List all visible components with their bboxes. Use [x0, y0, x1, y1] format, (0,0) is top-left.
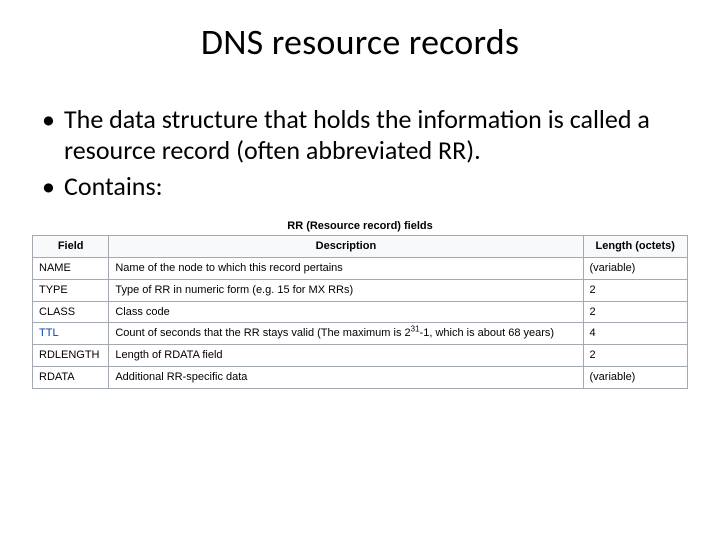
bullet-list: The data structure that holds the inform…: [30, 104, 690, 202]
field-link[interactable]: TTL: [39, 327, 59, 339]
table-row: TYPEType of RR in numeric form (e.g. 15 …: [33, 279, 688, 301]
cell-field: NAME: [33, 257, 109, 279]
cell-field: TYPE: [33, 279, 109, 301]
table-body: NAMEName of the node to which this recor…: [33, 257, 688, 388]
table-row: CLASSClass code2: [33, 301, 688, 323]
cell-description: Class code: [109, 301, 583, 323]
header-field: Field: [33, 236, 109, 258]
rr-table-container: RR (Resource record) fields Field Descri…: [32, 220, 688, 389]
cell-length: 2: [583, 279, 688, 301]
table-row: NAMEName of the node to which this recor…: [33, 257, 688, 279]
cell-field: RDATA: [33, 367, 109, 389]
cell-length: (variable): [583, 367, 688, 389]
cell-description: Type of RR in numeric form (e.g. 15 for …: [109, 279, 583, 301]
table-row: TTL Count of seconds that the RR stays va…: [33, 323, 688, 345]
bullet-item: The data structure that holds the inform…: [40, 104, 684, 165]
cell-field: RDLENGTH: [33, 345, 109, 367]
header-length: Length (octets): [583, 236, 688, 258]
header-description: Description: [109, 236, 583, 258]
cell-length: 2: [583, 301, 688, 323]
rr-fields-table: Field Description Length (octets) NAMENa…: [32, 235, 688, 389]
cell-length: 4: [583, 323, 688, 345]
table-row: RDATAAdditional RR-specific data(variabl…: [33, 367, 688, 389]
table-header-row: Field Description Length (octets): [33, 236, 688, 258]
cell-description: Additional RR-specific data: [109, 367, 583, 389]
cell-description: Name of the node to which this record pe…: [109, 257, 583, 279]
cell-description: Length of RDATA field: [109, 345, 583, 367]
table-caption: RR (Resource record) fields: [32, 220, 688, 232]
table-row: RDLENGTHLength of RDATA field2: [33, 345, 688, 367]
cell-length: (variable): [583, 257, 688, 279]
cell-description: Count of seconds that the RR stays valid…: [109, 323, 583, 345]
cell-field: CLASS: [33, 301, 109, 323]
cell-field: TTL: [33, 323, 109, 345]
bullet-item: Contains:: [40, 171, 684, 202]
cell-length: 2: [583, 345, 688, 367]
slide-title: DNS resource records: [30, 20, 690, 64]
slide: DNS resource records The data structure …: [0, 0, 720, 540]
